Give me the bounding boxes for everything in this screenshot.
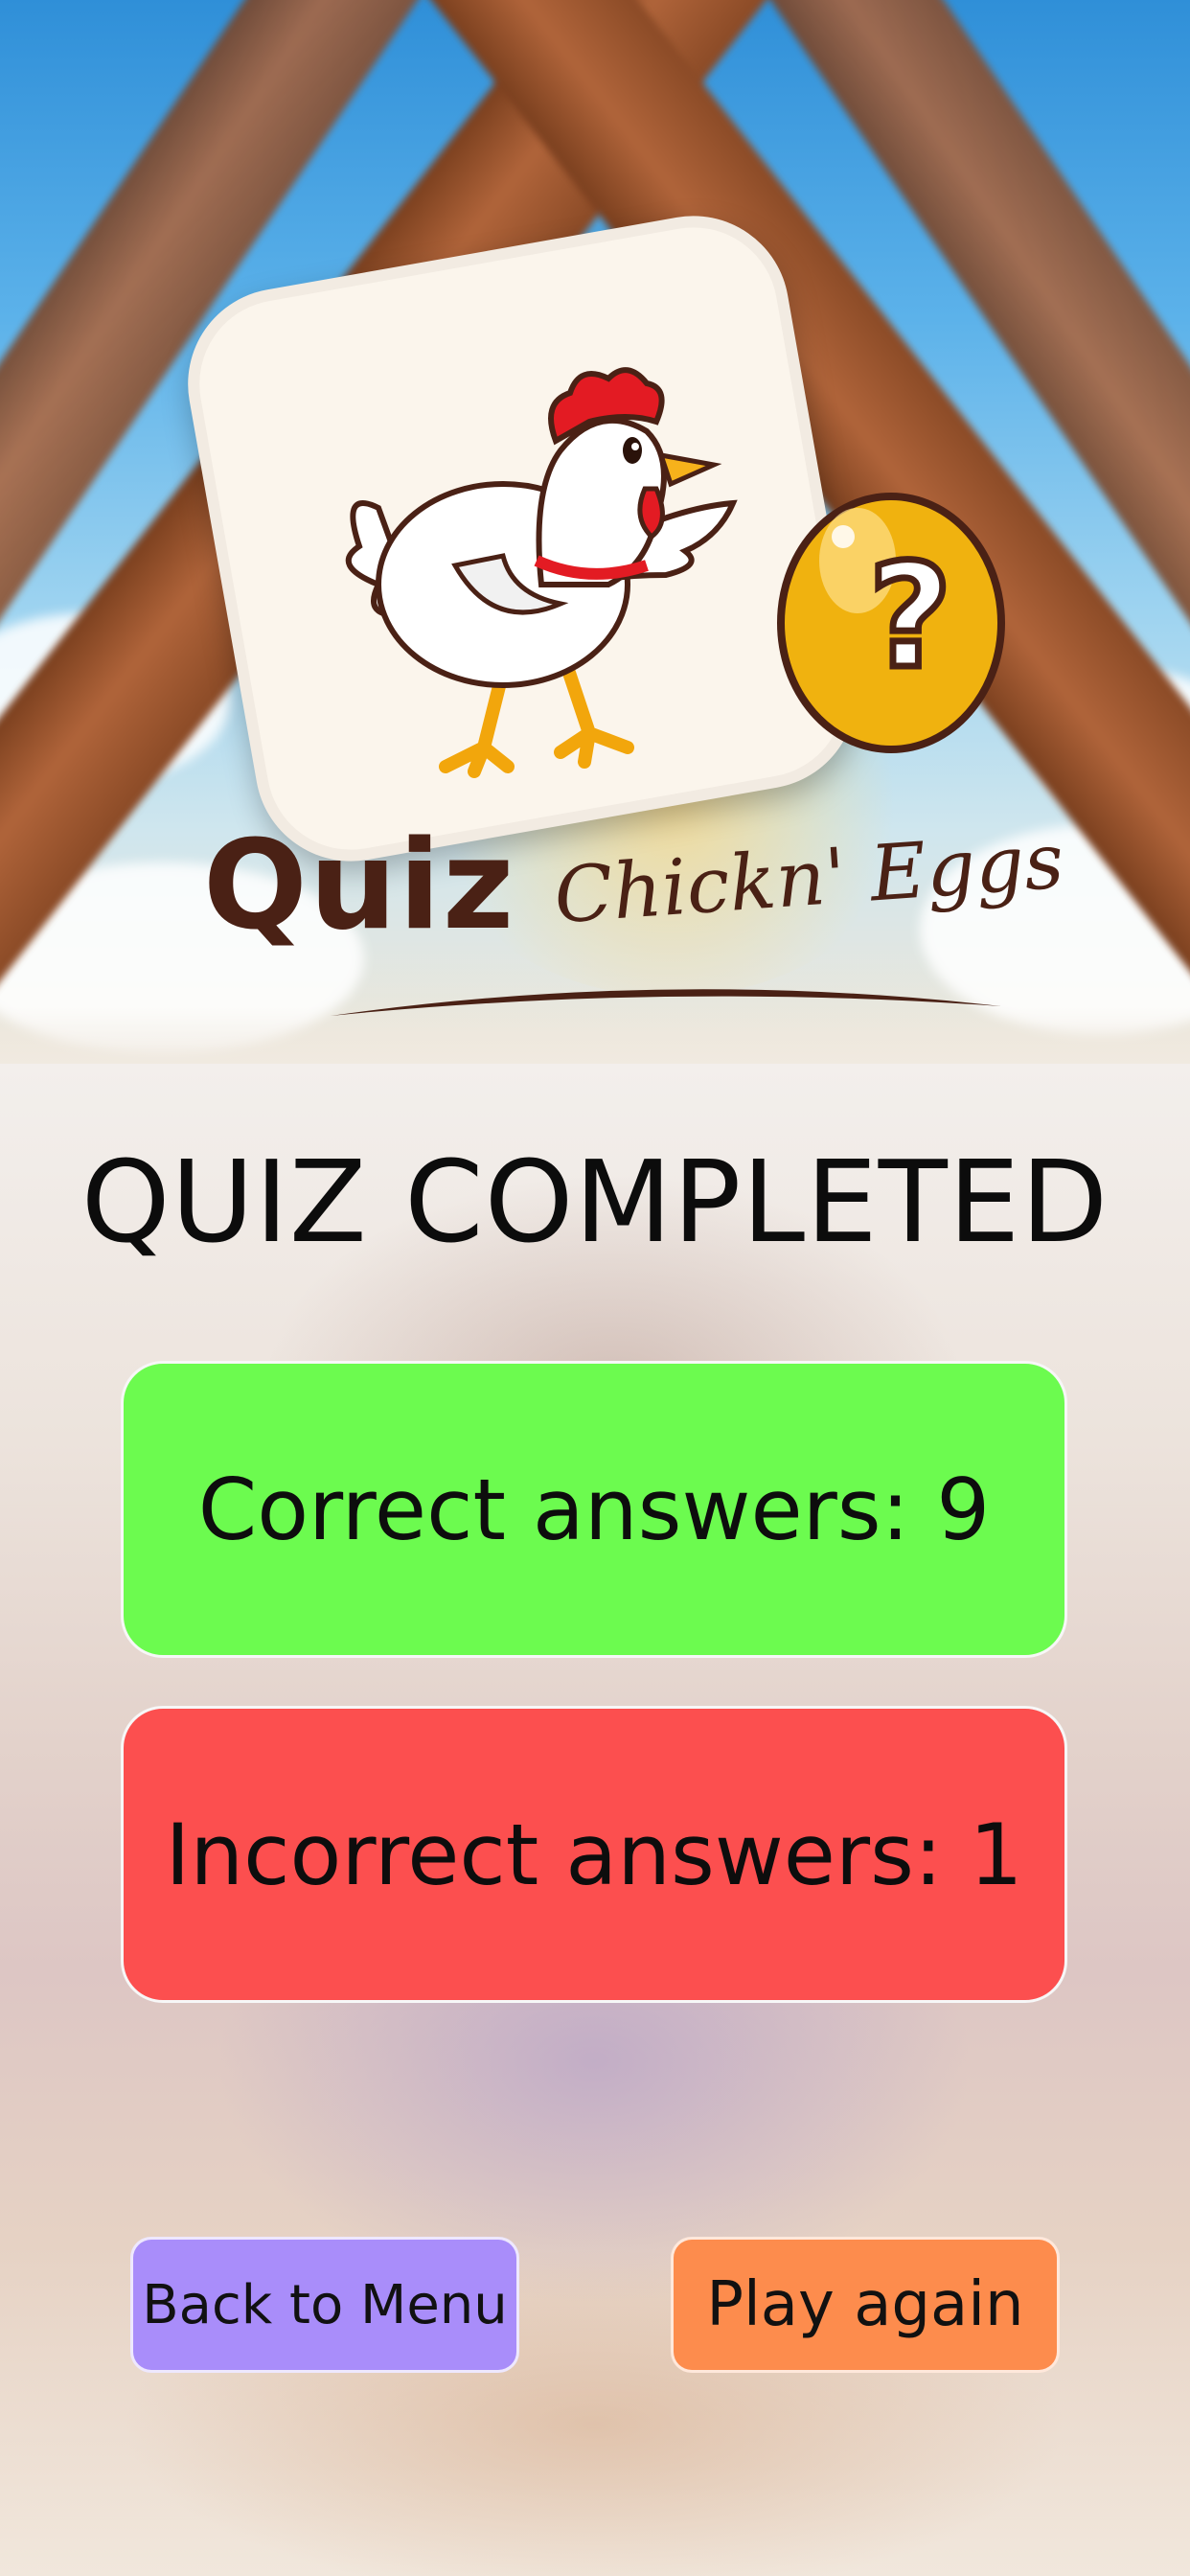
- egg-question-mark: ?: [868, 534, 951, 701]
- incorrect-answers-label: Incorrect answers: 1: [165, 1805, 1023, 1904]
- back-to-menu-button[interactable]: Back to Menu: [130, 2237, 519, 2373]
- play-again-button[interactable]: Play again: [671, 2237, 1060, 2373]
- incorrect-answers-card: Incorrect answers: 1: [121, 1706, 1067, 2003]
- golden-egg-question-icon: ?: [777, 493, 1005, 753]
- logo-underline-swoosh: [331, 989, 1001, 1016]
- correct-answers-label: Correct answers: 9: [197, 1460, 991, 1559]
- page-title: QUIZ COMPLETED: [80, 1136, 1110, 1268]
- correct-answers-card: Correct answers: 9: [121, 1361, 1067, 1658]
- logo-title-quiz: Quiz: [203, 815, 516, 957]
- quiz-result-screen: ? Quiz Chickn' Eggs QUIZ COMPLETED Corre…: [0, 0, 1190, 2576]
- chicken-icon: [345, 367, 738, 778]
